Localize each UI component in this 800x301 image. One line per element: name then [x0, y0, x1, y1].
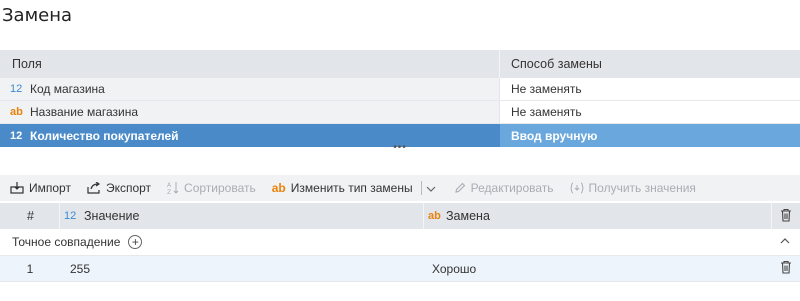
import-icon [10, 182, 24, 194]
row-value[interactable]: 255 [60, 262, 424, 276]
number-column-header[interactable]: # [0, 203, 60, 229]
text-type-icon: ab [10, 106, 23, 118]
change-type-label: Изменить тип замены [290, 181, 413, 195]
value-column-label: Значение [84, 209, 140, 223]
splitter-handle-icon[interactable]: ••• [392, 143, 408, 153]
numeric-type-icon: 12 [10, 129, 23, 142]
change-replacement-type-button[interactable]: ab Изменить тип замены [272, 181, 413, 195]
text-type-icon: ab [271, 181, 286, 195]
replacement-column-header[interactable]: ab Замена [424, 203, 772, 229]
get-values-label: Получить значения [588, 181, 696, 195]
field-method[interactable]: Не заменять [500, 78, 800, 100]
chevron-down-icon[interactable] [426, 181, 436, 195]
fields-table-header: Поля Способ замены [0, 50, 800, 78]
text-type-icon: ab [428, 210, 441, 222]
edit-button[interactable]: Редактировать [454, 181, 554, 195]
get-values-icon [569, 182, 584, 194]
field-name: Количество покупателей [30, 128, 179, 143]
row-number: 1 [26, 261, 34, 276]
field-row-store-code[interactable]: 12 Код магазина Не заменять [0, 78, 800, 101]
delete-row-button[interactable] [772, 260, 800, 277]
field-method[interactable]: Не заменять [500, 101, 800, 123]
replacement-table-header: # 12 Значение ab Замена [0, 203, 800, 229]
field-name: Название магазина [30, 105, 139, 119]
sort-az-icon: AZ [167, 181, 179, 195]
field-row-store-name[interactable]: ab Название магазина Не заменять [0, 101, 800, 124]
export-button[interactable]: Экспорт [87, 181, 151, 195]
sort-label: Сортировать [184, 181, 256, 195]
delete-all-button[interactable] [772, 203, 800, 229]
page-title: Замена [2, 5, 73, 26]
import-label: Импорт [29, 181, 71, 195]
trash-icon [780, 260, 792, 277]
svg-text:Z: Z [167, 189, 171, 195]
chevron-up-icon[interactable] [780, 235, 790, 247]
add-icon[interactable]: + [128, 235, 143, 249]
replacement-column-label: Замена [446, 209, 490, 223]
export-label: Экспорт [105, 181, 152, 195]
sort-button[interactable]: AZ Сортировать [167, 181, 256, 195]
numeric-type-icon: 12 [10, 83, 23, 95]
row-replacement[interactable]: Хорошо [424, 262, 772, 276]
edit-label: Редактировать [470, 181, 554, 195]
field-name: Код магазина [30, 82, 105, 96]
import-button[interactable]: Импорт [10, 181, 71, 195]
fields-column-header[interactable]: Поля [0, 50, 500, 78]
group-label: Точное совпадение [12, 235, 121, 249]
table-row[interactable]: 1 255 Хорошо [0, 256, 800, 282]
numeric-type-icon: 12 [64, 210, 77, 222]
svg-text:A: A [167, 182, 172, 189]
trash-icon [780, 208, 792, 225]
replacement-table: # 12 Значение ab Замена Точное совпадени… [0, 203, 800, 282]
pencil-icon [454, 182, 466, 194]
value-column-header[interactable]: 12 Значение [60, 203, 424, 229]
method-column-header[interactable]: Способ замены [500, 50, 800, 78]
field-method[interactable]: Ввод вручную [500, 124, 800, 147]
export-icon [87, 182, 101, 194]
get-values-button[interactable]: Получить значения [569, 181, 696, 195]
group-exact-match[interactable]: Точное совпадение + [0, 229, 800, 256]
toolbar: Импорт Экспорт AZ Сортировать ab Изменит… [0, 175, 800, 201]
fields-table: Поля Способ замены 12 Код магазина Не за… [0, 50, 800, 147]
toolbar-divider [420, 181, 422, 195]
